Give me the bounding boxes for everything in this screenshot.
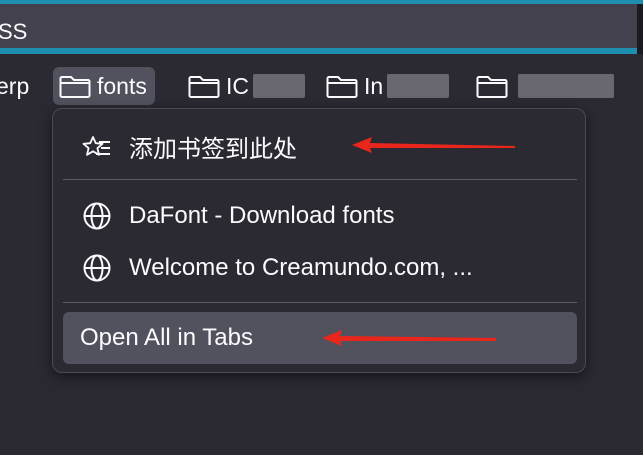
menu-item-label: DaFont - Download fonts	[129, 202, 395, 229]
folder-icon	[188, 76, 220, 98]
menu-item-dafont[interactable]: DaFont - Download fonts	[63, 193, 577, 239]
redacted-text	[387, 74, 450, 98]
menu-item-label: Open All in Tabs	[80, 324, 254, 351]
globe-icon	[79, 250, 115, 286]
menu-item-creamundo[interactable]: Welcome to Creamundo.com, ...	[63, 245, 577, 291]
bookmark-folder-in[interactable]: In	[326, 67, 450, 105]
bookmark-label: fonts	[97, 72, 147, 99]
annotation-arrow	[352, 137, 515, 153]
bookmark-label: IC	[226, 72, 249, 99]
window-edge	[637, 4, 643, 54]
annotation-arrow	[322, 330, 496, 346]
bookmark-label: erp	[0, 72, 30, 99]
redacted-text	[253, 74, 305, 98]
bookmark-folder-ic[interactable]: IC	[188, 67, 305, 105]
bookmark-folder-fonts[interactable]: fonts	[53, 67, 155, 105]
menu-item-label: 添加书签到此处	[129, 135, 297, 163]
url-bar[interactable]: SS	[0, 4, 643, 54]
menu-separator	[63, 302, 577, 303]
globe-icon	[79, 198, 115, 234]
bookmark-label: In	[364, 72, 384, 99]
bookmark-add-icon	[79, 128, 115, 164]
folder-icon	[476, 76, 508, 98]
folder-icon	[326, 76, 358, 98]
redacted-text	[518, 74, 614, 98]
menu-item-label: Welcome to Creamundo.com, ...	[129, 254, 473, 281]
folder-icon	[59, 76, 91, 98]
url-text[interactable]: SS	[0, 19, 27, 45]
menu-separator	[63, 179, 577, 180]
bookmark-erp[interactable]: erp	[0, 67, 29, 105]
bookmark-folder-redacted[interactable]	[476, 67, 614, 105]
bookmarks-toolbar: erp fonts IC In	[0, 62, 643, 114]
